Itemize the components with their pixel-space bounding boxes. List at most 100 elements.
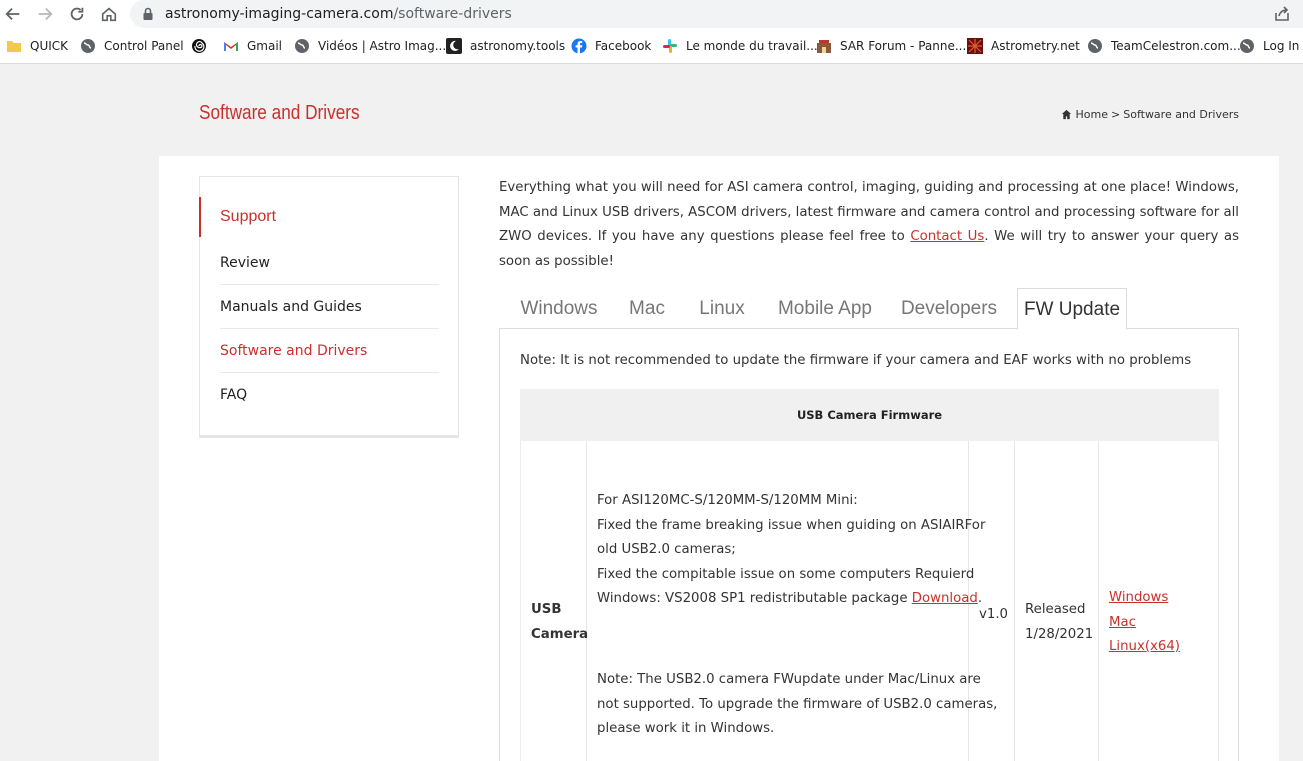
download-mac-link[interactable]: Mac: [1109, 611, 1180, 636]
download-links: Windows Mac Linux(x64): [1109, 586, 1180, 660]
note-line: please work it in Windows.: [597, 721, 775, 736]
sidebar-item-software-drivers[interactable]: Software and Drivers: [220, 329, 439, 373]
table-header: USB Camera Firmware: [520, 389, 1219, 441]
bookmark-facebook[interactable]: Facebook: [571, 37, 651, 55]
version-text: v1.0: [979, 607, 1009, 622]
bookmark-label: TeamCelestron.com...: [1111, 39, 1241, 53]
description-text-part: Windows: VS2008 SP1 redistributable pack…: [597, 591, 912, 606]
globe-icon: [294, 38, 310, 54]
description-line: Fixed the compitable issue on some compu…: [597, 566, 975, 582]
contact-us-link[interactable]: Contact Us: [910, 229, 984, 244]
home-icon[interactable]: [98, 3, 120, 25]
download-windows-link[interactable]: Windows: [1109, 586, 1180, 611]
release-date: Released 1/28/2021: [1025, 598, 1093, 647]
url-host: astronomy-imaging-camera.com: [165, 6, 394, 22]
address-bar[interactable]: astronomy-imaging-camera.com/software-dr…: [130, 0, 1303, 28]
bookmark-log-in[interactable]: Log In: [1239, 37, 1299, 55]
vs2008-download-link[interactable]: Download: [912, 591, 978, 606]
sidebar-item-faq[interactable]: FAQ: [220, 373, 439, 417]
release-line: 1/28/2021: [1025, 626, 1094, 642]
tab-linux[interactable]: Linux: [685, 288, 759, 329]
sidebar-heading-support[interactable]: Support: [199, 197, 459, 237]
bookmark-spiral[interactable]: [191, 37, 215, 55]
sidebar-divider: [199, 436, 459, 438]
gmail-icon: [223, 38, 239, 54]
url-path: /software-drivers: [393, 6, 512, 22]
bookmark-astronomy-tools[interactable]: astronomy.tools: [446, 37, 565, 55]
bookmark-teamcelestron[interactable]: TeamCelestron.com...: [1087, 37, 1241, 55]
breadcrumb-current: Software and Drivers: [1123, 108, 1239, 121]
bookmark-videos-astro[interactable]: Vidéos | Astro Imag...: [294, 37, 446, 55]
bookmark-quick[interactable]: QUICK: [6, 37, 68, 55]
tab-fw-update[interactable]: FW Update: [1017, 288, 1127, 330]
camera-label-line: USB: [531, 602, 562, 617]
description-line: For ASI120MC-S/120MM-S/120MM Mini:: [597, 493, 858, 508]
sidebar-item-manuals[interactable]: Manuals and Guides: [220, 285, 439, 329]
browser-toolbar: astronomy-imaging-camera.com/software-dr…: [0, 0, 1303, 29]
sidebar-item-review[interactable]: Review: [220, 241, 439, 285]
version-cell: v1.0: [969, 441, 1015, 761]
globe-icon: [1087, 38, 1103, 54]
usb2-note: Note: The USB2.0 camera FWupdate under M…: [597, 668, 997, 742]
bookmark-label: Control Panel: [104, 39, 184, 53]
description-line: Fixed the frame breaking issue when guid…: [597, 517, 986, 533]
home-icon: [1061, 109, 1071, 120]
tab-bar: Windows Mac Linux Mobile App Developers …: [499, 288, 1239, 330]
bookmark-label: Astrometry.net: [991, 39, 1080, 53]
tab-mobile-app[interactable]: Mobile App: [769, 288, 881, 329]
sar-forum-icon: [816, 38, 832, 54]
firmware-note: Note: It is not recommended to update th…: [520, 353, 1192, 368]
release-line: Released: [1025, 602, 1086, 617]
download-linux-link[interactable]: Linux(x64): [1109, 635, 1180, 660]
camera-label: USB Camera: [531, 598, 588, 647]
note-line: Note: The USB2.0 camera FWupdate under M…: [597, 672, 981, 687]
moon-icon: [446, 38, 462, 54]
astrometry-icon: [967, 38, 983, 54]
slack-icon: [662, 38, 678, 54]
note-line: not supported. To upgrade the firmware o…: [597, 696, 998, 712]
description-cell: For ASI120MC-S/120MM-S/120MM Mini: Fixed…: [587, 441, 997, 761]
table-row: USB Camera For ASI120MC-S/120MM-S/120MM …: [520, 441, 1219, 761]
tab-windows[interactable]: Windows: [499, 288, 619, 329]
share-icon[interactable]: [1273, 5, 1291, 23]
title-band: Software and Drivers Home > Software and…: [159, 64, 1279, 156]
reload-icon[interactable]: [66, 3, 88, 25]
folder-icon: [6, 38, 22, 54]
breadcrumb-home[interactable]: Home: [1076, 108, 1108, 121]
description-text: For ASI120MC-S/120MM-S/120MM Mini: Fixed…: [597, 489, 985, 612]
camera-cell: USB Camera: [520, 441, 588, 761]
spiral-icon: [191, 38, 207, 54]
back-arrow-icon[interactable]: [2, 3, 24, 25]
description-line: Windows: VS2008 SP1 redistributable pack…: [597, 587, 985, 612]
page-container: Software and Drivers Home > Software and…: [159, 64, 1279, 761]
released-cell: Released 1/28/2021: [1015, 441, 1099, 761]
description-line: old USB2.0 cameras;: [597, 542, 736, 557]
lock-icon: [143, 7, 153, 20]
breadcrumb: Home > Software and Drivers: [1061, 108, 1239, 121]
bookmark-astrometry[interactable]: Astrometry.net: [967, 37, 1080, 55]
bookmark-label: QUICK: [30, 39, 69, 53]
downloads-cell: Windows Mac Linux(x64): [1099, 441, 1219, 761]
bookmark-control-panel[interactable]: Control Panel: [80, 37, 184, 55]
fw-update-panel: Note: It is not recommended to update th…: [499, 328, 1239, 761]
globe-icon: [80, 38, 96, 54]
sidebar-menu: Support Review Manuals and Guides Softwa…: [199, 176, 459, 436]
bookmark-label: Le monde du travail...: [686, 39, 818, 53]
forward-arrow-icon[interactable]: [34, 3, 56, 25]
bookmark-label: Vidéos | Astro Imag...: [318, 39, 447, 53]
globe-icon: [1239, 38, 1255, 54]
bookmark-label: SAR Forum - Panne...: [840, 39, 967, 53]
bookmark-label: Facebook: [595, 39, 652, 53]
bookmark-sar-forum[interactable]: SAR Forum - Panne...: [816, 37, 966, 55]
url-text: astronomy-imaging-camera.com/software-dr…: [165, 6, 512, 22]
tab-mac[interactable]: Mac: [619, 288, 675, 329]
bookmark-le-monde[interactable]: Le monde du travail...: [662, 37, 818, 55]
bookmark-label: Log In: [1263, 39, 1300, 53]
intro-paragraph: Everything what you will need for ASI ca…: [499, 176, 1239, 274]
page-title: Software and Drivers: [199, 102, 360, 124]
bookmark-label: Gmail: [247, 39, 283, 53]
bookmark-gmail[interactable]: Gmail: [223, 37, 282, 55]
breadcrumb-separator: >: [1111, 108, 1121, 121]
bookmarks-bar: QUICK Control Panel Gmail Vidéos | Astro…: [0, 29, 1303, 64]
tab-developers[interactable]: Developers: [891, 288, 1007, 329]
